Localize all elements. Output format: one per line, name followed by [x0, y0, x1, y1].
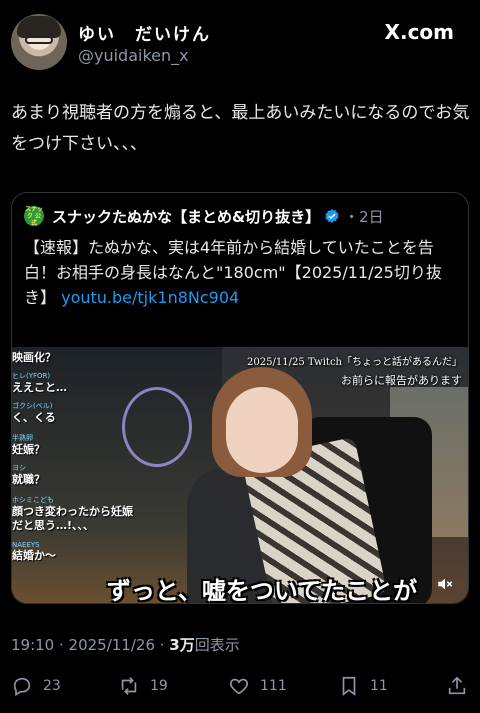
video-thumbnail[interactable]: 映画化？ ヒレ(YFOR) ええこと… ゴクシ(ベル) く、くる 半熟卵 妊娠？…	[12, 347, 468, 604]
chat-message: 半熟卵 妊娠？	[12, 434, 45, 456]
views-label: 回表示	[194, 636, 240, 654]
bookmark-button[interactable]: 11	[338, 672, 388, 700]
chat-message: NAEEYS 結婚か〜	[12, 541, 56, 562]
avatar-hair	[17, 16, 61, 38]
overlay-subtitle-line: お前らに報告があります	[341, 374, 462, 387]
repost-count: 19	[150, 678, 168, 694]
verified-badge-icon	[325, 209, 339, 223]
tweet-time-date[interactable]: 19:10 · 2025/11/26 ·	[11, 636, 169, 654]
bookmark-icon	[342, 676, 356, 696]
quoted-tweet-card[interactable]: スナック 公式 スナックたぬかな【まとめ&切り抜き】 ・2日 【速報】たぬかな、…	[11, 192, 469, 604]
repost-button[interactable]: 19	[118, 672, 168, 700]
repost-icon	[121, 677, 137, 695]
chat-message: ヨシ 就職？	[12, 464, 45, 486]
overlay-date-line: 2025/11/25 Twitch「ちょっと話があるんだ」	[247, 357, 462, 368]
share-button[interactable]	[446, 672, 468, 700]
quoted-link[interactable]: youtu.be/tjk1n8Nc904	[61, 288, 239, 307]
tweet-actions: 23 19 111 11	[0, 672, 480, 702]
reply-icon	[13, 677, 31, 697]
quoted-tweet-header: スナック 公式 スナックたぬかな【まとめ&切り抜き】 ・2日	[24, 205, 384, 227]
video-caption: ずっと、嘘をついてたことが	[106, 577, 418, 604]
stream-chat: 映画化？ ヒレ(YFOR) ええこと… ゴクシ(ベル) く、くる 半熟卵 妊娠？…	[12, 347, 137, 603]
quoted-display-name[interactable]: スナックたぬかな【まとめ&切り抜き】	[52, 206, 320, 227]
like-count: 111	[260, 678, 287, 694]
reply-count: 23	[43, 678, 61, 694]
tweet-text: あまり視聴者の方を煽ると、最上あいみたいになるのでお気をつけ下さい、、、	[11, 103, 470, 154]
like-button[interactable]: 111	[228, 672, 287, 700]
streamer-face	[226, 387, 298, 473]
video-overlay-title: 2025/11/25 Twitch「ちょっと話があるんだ」 お前らに報告がありま…	[247, 353, 462, 388]
avatar[interactable]	[11, 14, 67, 70]
chat-message: 映画化？	[12, 351, 56, 364]
share-icon	[448, 676, 466, 695]
display-name[interactable]: ゆい だいけん	[78, 20, 211, 45]
user-handle[interactable]: @yuidaiken_x	[78, 46, 189, 65]
quoted-avatar[interactable]: スナック 公式	[24, 206, 44, 227]
quoted-timestamp[interactable]: ・2日	[344, 206, 384, 227]
tweet-meta: 19:10 · 2025/11/26 · 3万回表示	[11, 634, 240, 655]
heart-icon	[229, 678, 249, 695]
mute-icon[interactable]	[436, 575, 454, 593]
views-count: 3万	[169, 636, 195, 654]
reply-button[interactable]: 23	[11, 672, 61, 700]
chat-message: ヒレ(YFOR) ええこと…	[12, 372, 67, 394]
tweet-header: ゆい だいけん @yuidaiken_x X.com	[0, 0, 480, 80]
chat-message: ゴクシ(ベル) く、くる	[12, 402, 56, 424]
avatar-glasses	[25, 36, 53, 44]
quoted-text: 【速報】たぬかな、実は4年前から結婚していたことを告白！お相手の身長はなんと"1…	[24, 235, 460, 310]
chat-message: ホシミこども 顔つき変わったから妊娠 だと思う…!、、、	[12, 496, 133, 532]
source-logo: X.com	[384, 20, 454, 44]
bookmark-count: 11	[370, 678, 388, 694]
